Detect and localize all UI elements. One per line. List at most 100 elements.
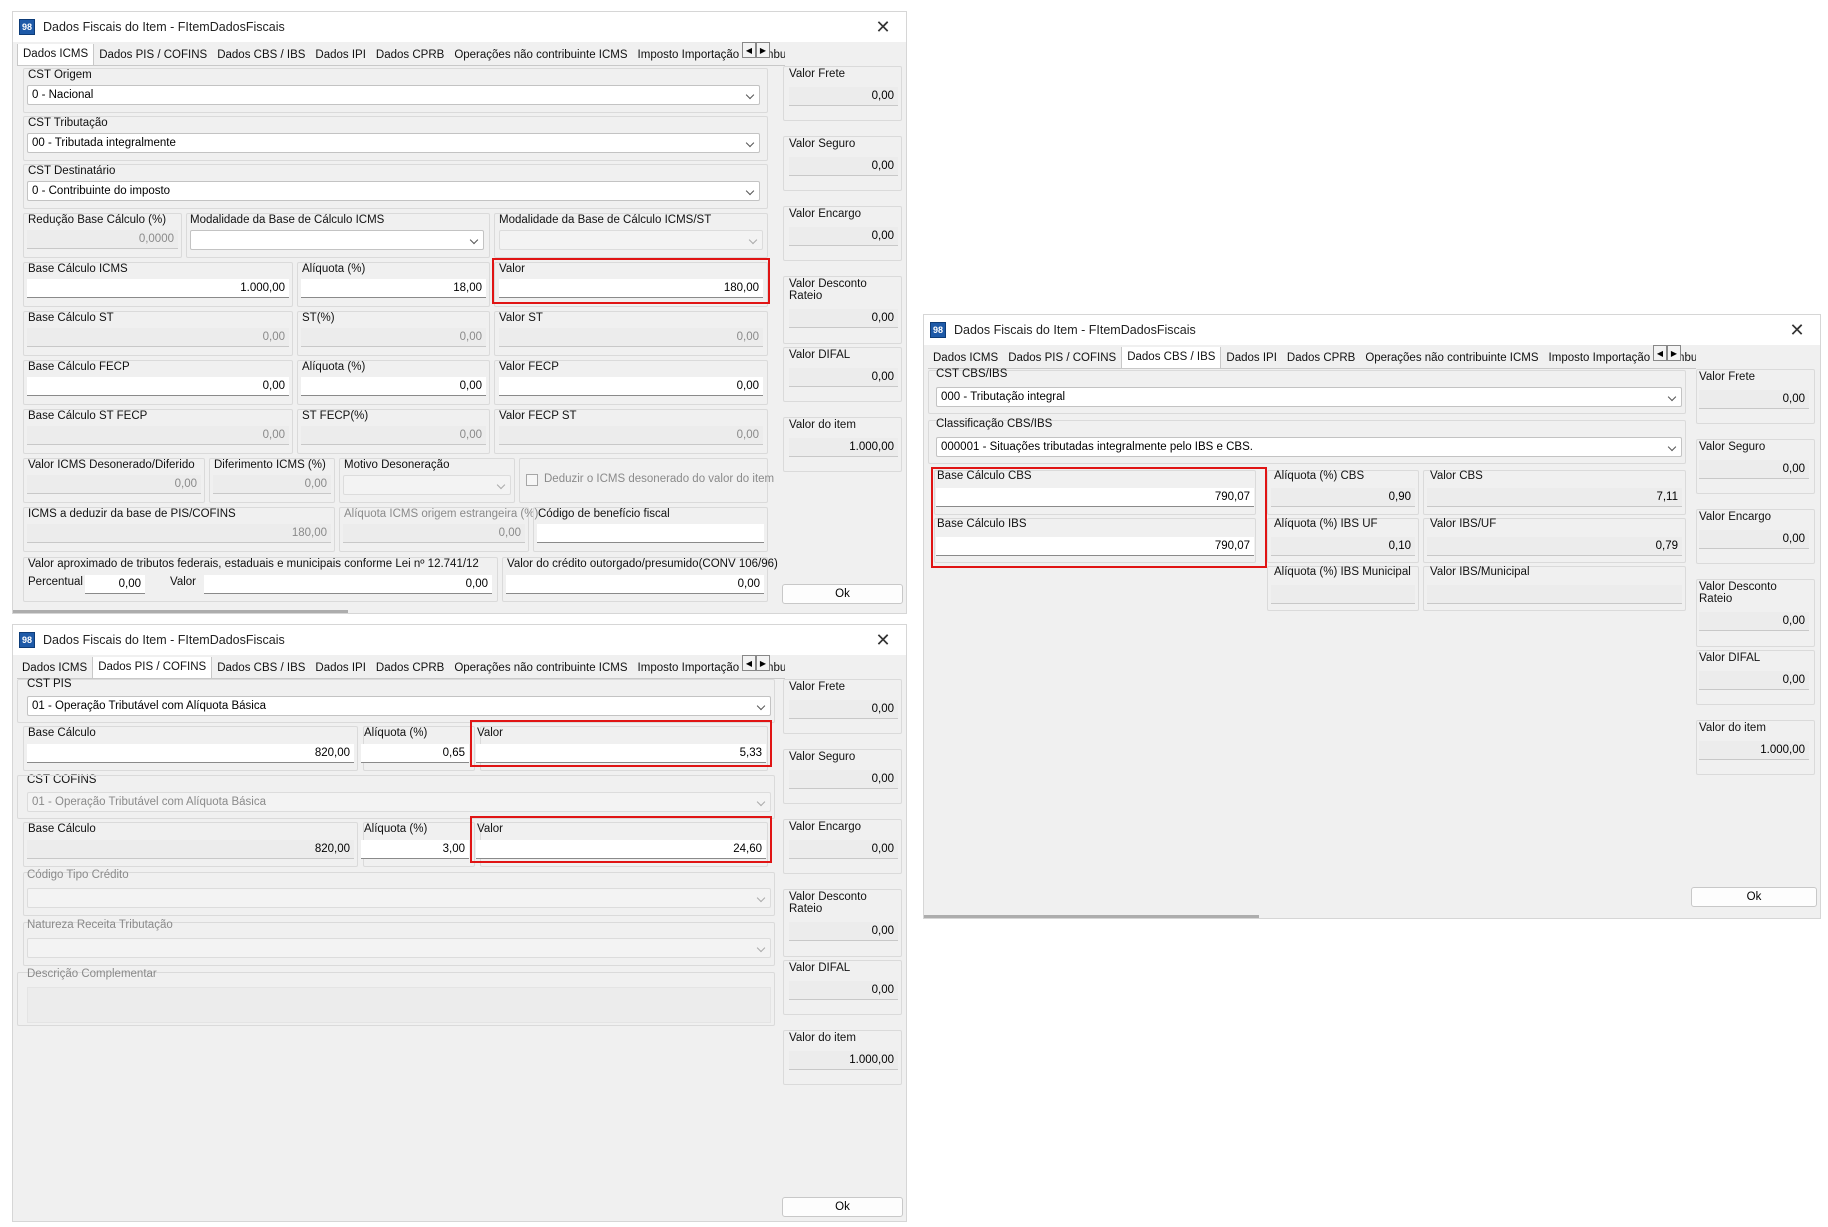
- input-aliq-cbs[interactable]: 0,90: [1271, 488, 1415, 507]
- select-modalidade-st[interactable]: [499, 230, 763, 250]
- input-desconto[interactable]: 0,00: [789, 309, 898, 328]
- input-encargo[interactable]: 0,00: [789, 227, 898, 246]
- tab-scroll-right-icon[interactable]: ▶: [756, 42, 770, 58]
- input-st-fecp-pct[interactable]: 0,00: [301, 426, 486, 445]
- input-difal[interactable]: 0,00: [789, 981, 898, 1000]
- tab-operacoes-nao-contribuinte[interactable]: Operações não contribuinte ICMS: [449, 658, 632, 678]
- input-frete[interactable]: 0,00: [789, 700, 898, 719]
- input-desconto[interactable]: 0,00: [1699, 612, 1809, 631]
- horizontal-scrollbar[interactable]: [13, 610, 348, 613]
- input-icms-deduzir[interactable]: 180,00: [27, 524, 331, 543]
- select-codigo-tipo-credito[interactable]: [27, 888, 771, 908]
- input-aliquota-estrangeira[interactable]: 0,00: [343, 524, 525, 543]
- input-pis-base[interactable]: 820,00: [27, 744, 354, 763]
- tab-dados-cbs-ibs[interactable]: Dados CBS / IBS: [212, 658, 310, 678]
- input-valor-fecp-st[interactable]: 0,00: [499, 426, 763, 445]
- tab-dados-pis-cofins[interactable]: Dados PIS / COFINS: [94, 45, 212, 65]
- input-valor-aproximado[interactable]: 0,00: [204, 575, 492, 594]
- input-percentual[interactable]: 0,00: [85, 575, 145, 594]
- tab-operacoes-nao-contribuinte[interactable]: Operações não contribuinte ICMS: [1360, 348, 1543, 368]
- tab-scroll-right-icon[interactable]: ▶: [1667, 345, 1681, 361]
- tab-dados-icms[interactable]: Dados ICMS: [17, 658, 92, 678]
- input-aliq-ibs-mun[interactable]: [1271, 585, 1415, 604]
- input-aliq-ibs-uf[interactable]: 0,10: [1271, 537, 1415, 556]
- select-modalidade-icms[interactable]: [190, 230, 484, 250]
- input-valor-item[interactable]: 1.000,00: [789, 1051, 898, 1070]
- select-cst-destinatario[interactable]: 0 - Contribuinte do imposto: [27, 181, 760, 201]
- close-icon[interactable]: ✕: [866, 628, 900, 652]
- input-credito-outorgado[interactable]: 0,00: [506, 575, 764, 594]
- tab-imposto-importacao[interactable]: Imposto Importação: [633, 45, 745, 65]
- input-base-st[interactable]: 0,00: [27, 328, 289, 347]
- input-difal[interactable]: 0,00: [1699, 671, 1809, 690]
- close-icon[interactable]: ✕: [1780, 318, 1814, 342]
- tab-scroll-left-icon[interactable]: ◀: [1653, 345, 1667, 361]
- ok-button[interactable]: Ok: [1691, 887, 1817, 907]
- input-valor-ibs-mun[interactable]: [1427, 585, 1682, 604]
- chevron-down-icon: [1667, 442, 1677, 452]
- input-aliquota-icms[interactable]: 18,00: [301, 279, 486, 298]
- tab-dados-cprb[interactable]: Dados CPRB: [1282, 348, 1360, 368]
- horizontal-scrollbar[interactable]: [924, 915, 1259, 918]
- tab-dados-cbs-ibs[interactable]: Dados CBS / IBS: [1121, 347, 1222, 368]
- tab-dados-cprb[interactable]: Dados CPRB: [371, 45, 449, 65]
- input-aliquota-fecp[interactable]: 0,00: [301, 377, 486, 396]
- select-cst-cbs-ibs[interactable]: 000 - Tributação integral: [936, 387, 1682, 407]
- input-pis-aliquota[interactable]: 0,65: [361, 744, 469, 763]
- input-reducao[interactable]: 0,0000: [27, 230, 178, 249]
- tab-imposto-importacao[interactable]: Imposto Importação: [633, 658, 745, 678]
- tab-imposto-importacao[interactable]: Imposto Importação: [1544, 348, 1656, 368]
- tab-dados-pis-cofins[interactable]: Dados PIS / COFINS: [1003, 348, 1121, 368]
- tab-dados-cbs-ibs[interactable]: Dados CBS / IBS: [212, 45, 310, 65]
- select-cst-origem[interactable]: 0 - Nacional: [27, 85, 760, 105]
- input-valor-ibs-uf[interactable]: 0,79: [1427, 537, 1682, 556]
- input-icms-desonerado[interactable]: 0,00: [27, 475, 201, 494]
- input-valor-item[interactable]: 1.000,00: [1699, 741, 1809, 760]
- input-encargo[interactable]: 0,00: [1699, 530, 1809, 549]
- input-valor-item[interactable]: 1.000,00: [789, 438, 898, 457]
- select-classificacao[interactable]: 000001 - Situações tributadas integralme…: [936, 437, 1682, 457]
- ok-button[interactable]: Ok: [782, 1197, 903, 1217]
- tab-scroll-right-icon[interactable]: ▶: [756, 655, 770, 671]
- select-cst-cofins[interactable]: 01 - Operação Tributável com Alíquota Bá…: [27, 792, 771, 812]
- input-st-pct[interactable]: 0,00: [301, 328, 486, 347]
- input-seguro[interactable]: 0,00: [789, 157, 898, 176]
- tab-dados-cprb[interactable]: Dados CPRB: [371, 658, 449, 678]
- input-base-icms[interactable]: 1.000,00: [27, 279, 289, 298]
- input-valor-cbs[interactable]: 7,11: [1427, 488, 1682, 507]
- input-frete[interactable]: 0,00: [789, 87, 898, 106]
- input-difal[interactable]: 0,00: [789, 368, 898, 387]
- tab-dados-icms[interactable]: Dados ICMS: [17, 44, 95, 65]
- input-seguro[interactable]: 0,00: [789, 770, 898, 789]
- select-motivo-desoneracao[interactable]: [343, 475, 511, 495]
- select-cst-pis[interactable]: 01 - Operação Tributável com Alíquota Bá…: [27, 696, 771, 716]
- label-base-fecp: Base Cálculo FECP: [28, 361, 130, 373]
- close-icon[interactable]: ✕: [866, 15, 900, 39]
- input-cofins-base[interactable]: 820,00: [27, 840, 354, 859]
- tab-dados-pis-cofins[interactable]: Dados PIS / COFINS: [92, 657, 213, 678]
- input-base-fecp[interactable]: 0,00: [27, 377, 289, 396]
- tab-dados-icms[interactable]: Dados ICMS: [928, 348, 1003, 368]
- input-codigo-beneficio[interactable]: [537, 524, 764, 543]
- input-base-st-fecp[interactable]: 0,00: [27, 426, 289, 445]
- select-natureza-receita[interactable]: [27, 938, 771, 958]
- tab-dados-ipi[interactable]: Dados IPI: [1221, 348, 1282, 368]
- input-desconto[interactable]: 0,00: [789, 922, 898, 941]
- input-seguro[interactable]: 0,00: [1699, 460, 1809, 479]
- textarea-descricao[interactable]: [27, 987, 771, 1023]
- tab-operacoes-nao-contribuinte[interactable]: Operações não contribuinte ICMS: [449, 45, 632, 65]
- tab-dados-ipi[interactable]: Dados IPI: [310, 658, 371, 678]
- tab-scroll-left-icon[interactable]: ◀: [742, 42, 756, 58]
- input-cofins-aliquota[interactable]: 3,00: [361, 840, 469, 859]
- input-valor-fecp[interactable]: 0,00: [499, 377, 763, 396]
- tab-dados-ipi[interactable]: Dados IPI: [310, 45, 371, 65]
- input-valor-st[interactable]: 0,00: [499, 328, 763, 347]
- input-diferimento[interactable]: 0,00: [213, 475, 331, 494]
- tab-scroll-left-icon[interactable]: ◀: [742, 655, 756, 671]
- ok-button[interactable]: Ok: [782, 584, 903, 604]
- input-frete[interactable]: 0,00: [1699, 390, 1809, 409]
- select-cst-tributacao[interactable]: 00 - Tributada integralmente: [27, 133, 760, 153]
- input-encargo[interactable]: 0,00: [789, 840, 898, 859]
- label-valor-aproximado-valor: Valor: [170, 576, 196, 588]
- checkbox-deduzir[interactable]: [526, 474, 538, 486]
